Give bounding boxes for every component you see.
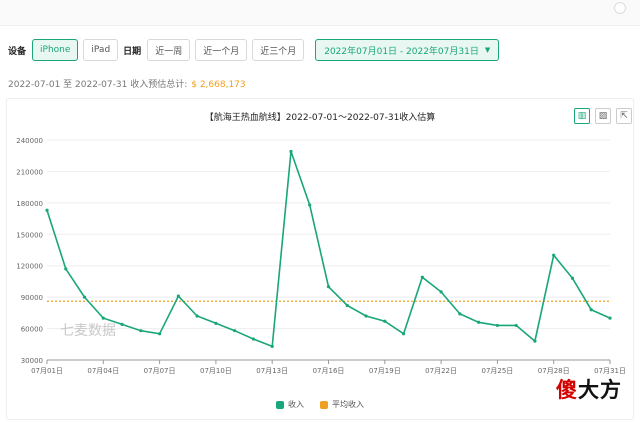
data-point <box>552 253 556 257</box>
x-tick-label: 07月07日 <box>144 367 176 375</box>
x-tick-label: 07月01日 <box>31 367 63 375</box>
legend-swatch-revenue <box>276 400 284 409</box>
data-point <box>139 329 143 333</box>
y-tick-label: 150000 <box>16 231 43 239</box>
data-point <box>401 332 406 336</box>
legend-item-average[interactable]: 平均收入 <box>320 399 364 410</box>
data-point <box>158 332 162 336</box>
y-tick-label: 90000 <box>21 294 43 302</box>
x-tick-label: 07月13日 <box>256 367 288 375</box>
data-point <box>439 290 443 294</box>
data-point <box>270 344 274 348</box>
data-point <box>495 323 499 328</box>
x-tick-label: 07月04日 <box>87 367 119 375</box>
x-tick-label: 07月22日 <box>425 367 457 375</box>
data-point <box>289 149 293 154</box>
x-tick-label: 07月25日 <box>481 367 513 375</box>
data-point <box>345 303 349 308</box>
y-tick-label: 240000 <box>16 137 43 145</box>
data-point <box>608 316 612 320</box>
data-point <box>570 276 575 280</box>
x-tick-label: 07月16日 <box>313 367 345 375</box>
data-point <box>383 319 387 323</box>
watermark-text: 七麦数据 <box>60 323 116 339</box>
data-point <box>308 203 312 207</box>
data-point <box>364 314 368 318</box>
logo-red-char: 傻 <box>556 378 578 402</box>
x-tick-label: 07月10日 <box>200 367 232 375</box>
data-point <box>64 267 68 271</box>
legend-swatch-average <box>320 400 328 409</box>
y-tick-label: 180000 <box>16 200 43 208</box>
y-tick-label: 210000 <box>16 168 43 176</box>
data-point <box>176 294 180 298</box>
data-point <box>514 323 518 328</box>
data-point <box>120 322 124 326</box>
data-point <box>82 295 87 299</box>
data-point <box>589 308 593 312</box>
data-point <box>233 329 237 333</box>
legend-label-revenue: 收入 <box>288 400 304 409</box>
y-tick-label: 30000 <box>21 357 43 365</box>
data-point <box>195 314 199 318</box>
y-tick-label: 120000 <box>16 263 43 271</box>
data-point <box>326 285 331 289</box>
data-point <box>458 312 462 316</box>
chart-legend: 收入 平均收入 <box>0 399 640 410</box>
site-logo: 傻大方 <box>556 374 622 404</box>
data-point <box>214 321 218 325</box>
legend-item-revenue[interactable]: 收入 <box>276 399 304 410</box>
data-point <box>533 339 537 343</box>
revenue-chart: 30000 60000 90000 120000 150000 180000 210000 2… <box>16 137 626 375</box>
data-point <box>251 337 256 341</box>
legend-label-average: 平均收入 <box>332 400 364 409</box>
series-line-revenue <box>46 151 611 348</box>
x-tick-label: 07月19日 <box>369 367 401 375</box>
y-tick-label: 60000 <box>21 326 43 334</box>
logo-black-chars: 大方 <box>578 378 622 402</box>
data-point <box>477 320 481 324</box>
data-point <box>420 275 424 279</box>
data-point <box>45 208 49 212</box>
